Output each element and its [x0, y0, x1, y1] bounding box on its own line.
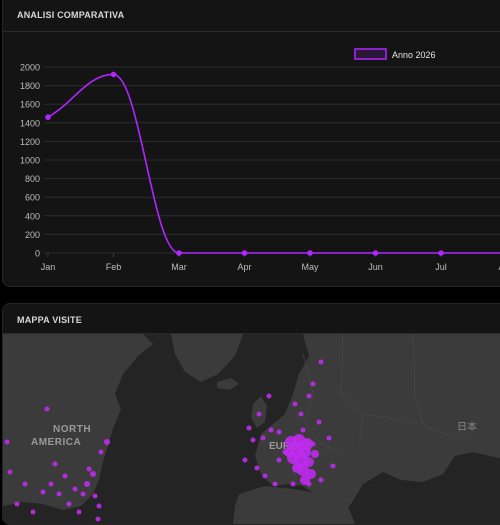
visit-dot[interactable]: [242, 457, 248, 463]
visit-dot[interactable]: [62, 473, 68, 479]
visit-dot[interactable]: [72, 486, 78, 492]
data-point[interactable]: [438, 250, 444, 256]
x-tick-label: Jun: [368, 262, 383, 272]
data-point[interactable]: [307, 250, 313, 256]
visit-dot[interactable]: [86, 466, 92, 472]
visit-dot[interactable]: [96, 503, 102, 509]
data-point[interactable]: [110, 71, 117, 78]
y-tick-label: 1400: [20, 118, 40, 128]
x-tick-label: Feb: [106, 262, 122, 272]
visit-dot[interactable]: [52, 461, 58, 467]
visit-dot[interactable]: [246, 425, 252, 431]
visit-dot[interactable]: [44, 406, 50, 412]
visit-dot[interactable]: [326, 435, 332, 441]
visit-dot[interactable]: [256, 411, 262, 417]
visit-dot[interactable]: [92, 493, 98, 499]
world-map[interactable]: NORTH AMERICA EUROPE 日本: [3, 334, 500, 524]
visit-dot[interactable]: [56, 491, 62, 497]
visit-cluster[interactable]: [292, 463, 302, 473]
visit-dot[interactable]: [250, 437, 256, 443]
visit-dot[interactable]: [318, 359, 324, 365]
visit-dot[interactable]: [276, 457, 282, 463]
x-tick-label: Apr: [237, 262, 251, 272]
visit-dot[interactable]: [48, 481, 54, 487]
data-point[interactable]: [241, 250, 248, 256]
visit-dot[interactable]: [268, 427, 274, 433]
visit-dot[interactable]: [80, 491, 86, 497]
visit-dot[interactable]: [254, 465, 260, 471]
visit-dot[interactable]: [330, 463, 336, 469]
chart-legend[interactable]: Anno 2026: [354, 48, 436, 60]
comparative-analysis-card: ANALISI COMPARATIVA 0 200 400 600 800 1000 120…: [2, 0, 500, 287]
chart-card-title: ANALISI COMPARATIVA: [3, 0, 500, 32]
visit-dot[interactable]: [4, 439, 10, 445]
y-tick-label: 1200: [20, 137, 40, 147]
visit-dot[interactable]: [260, 435, 266, 441]
x-tick-label: May: [301, 262, 319, 272]
visit-dot[interactable]: [290, 481, 296, 487]
visit-dot[interactable]: [306, 393, 312, 399]
x-tick-label: Jan: [41, 262, 56, 272]
chart-series: [45, 71, 500, 256]
legend-swatch[interactable]: [354, 48, 387, 60]
visit-dot[interactable]: [76, 509, 82, 515]
visit-dot[interactable]: [298, 411, 304, 417]
visit-dot[interactable]: [262, 473, 268, 479]
visit-dot[interactable]: [310, 381, 316, 387]
visit-dot[interactable]: [90, 471, 96, 477]
y-tick-label: 0: [35, 249, 40, 259]
visit-dot[interactable]: [318, 477, 324, 483]
visit-cluster[interactable]: [311, 450, 319, 458]
map-card-title: MAPPA VISITE: [3, 304, 500, 334]
y-tick-label: 600: [25, 193, 40, 203]
visit-dot[interactable]: [40, 489, 46, 495]
visit-dot[interactable]: [266, 393, 272, 399]
y-tick-label: 2000: [20, 63, 40, 73]
visit-dot[interactable]: [98, 449, 104, 455]
visit-dot[interactable]: [292, 401, 298, 407]
visit-dot[interactable]: [66, 501, 72, 507]
visit-cluster[interactable]: [284, 447, 294, 457]
visit-cluster[interactable]: [300, 475, 310, 485]
x-axis: JanFebMarAprMayJunJulAug: [41, 262, 500, 272]
y-tick-label: 1000: [20, 156, 40, 166]
data-point[interactable]: [45, 114, 51, 121]
map-label-japan: 日本: [457, 420, 477, 433]
visit-dot[interactable]: [300, 427, 306, 433]
data-point[interactable]: [372, 250, 379, 256]
visit-dot[interactable]: [272, 481, 278, 487]
visit-dot[interactable]: [95, 516, 101, 522]
visit-dot[interactable]: [84, 481, 90, 487]
x-tick-label: Mar: [171, 262, 187, 272]
visit-dot[interactable]: [30, 509, 36, 515]
legend-label[interactable]: Anno 2026: [392, 50, 436, 60]
series-line: [47, 73, 500, 254]
x-tick-label: Jul: [435, 262, 447, 272]
data-point[interactable]: [176, 250, 182, 256]
y-axis: 0 200 400 600 800 1000 1200 1400 1600 1800 2000: [20, 63, 40, 259]
y-tick-label: 400: [25, 211, 40, 221]
y-tick-label: 800: [25, 174, 40, 184]
visits-map-card: MAPPA VISITE NORTH AMERICA EUROPE 日本: [2, 303, 500, 525]
chart-grid: [44, 66, 500, 257]
visit-dot[interactable]: [104, 439, 110, 445]
visit-dot[interactable]: [22, 481, 28, 487]
visit-dot[interactable]: [14, 501, 20, 507]
y-tick-label: 1800: [20, 81, 40, 91]
visit-dot[interactable]: [7, 469, 13, 475]
line-chart: 0 200 400 600 800 1000 1200 1400 1600 1800 2000 Ja…: [20, 48, 500, 272]
visit-dot[interactable]: [276, 429, 282, 435]
y-tick-label: 1600: [20, 100, 40, 110]
y-tick-label: 200: [25, 230, 40, 240]
visit-dot[interactable]: [316, 419, 322, 425]
